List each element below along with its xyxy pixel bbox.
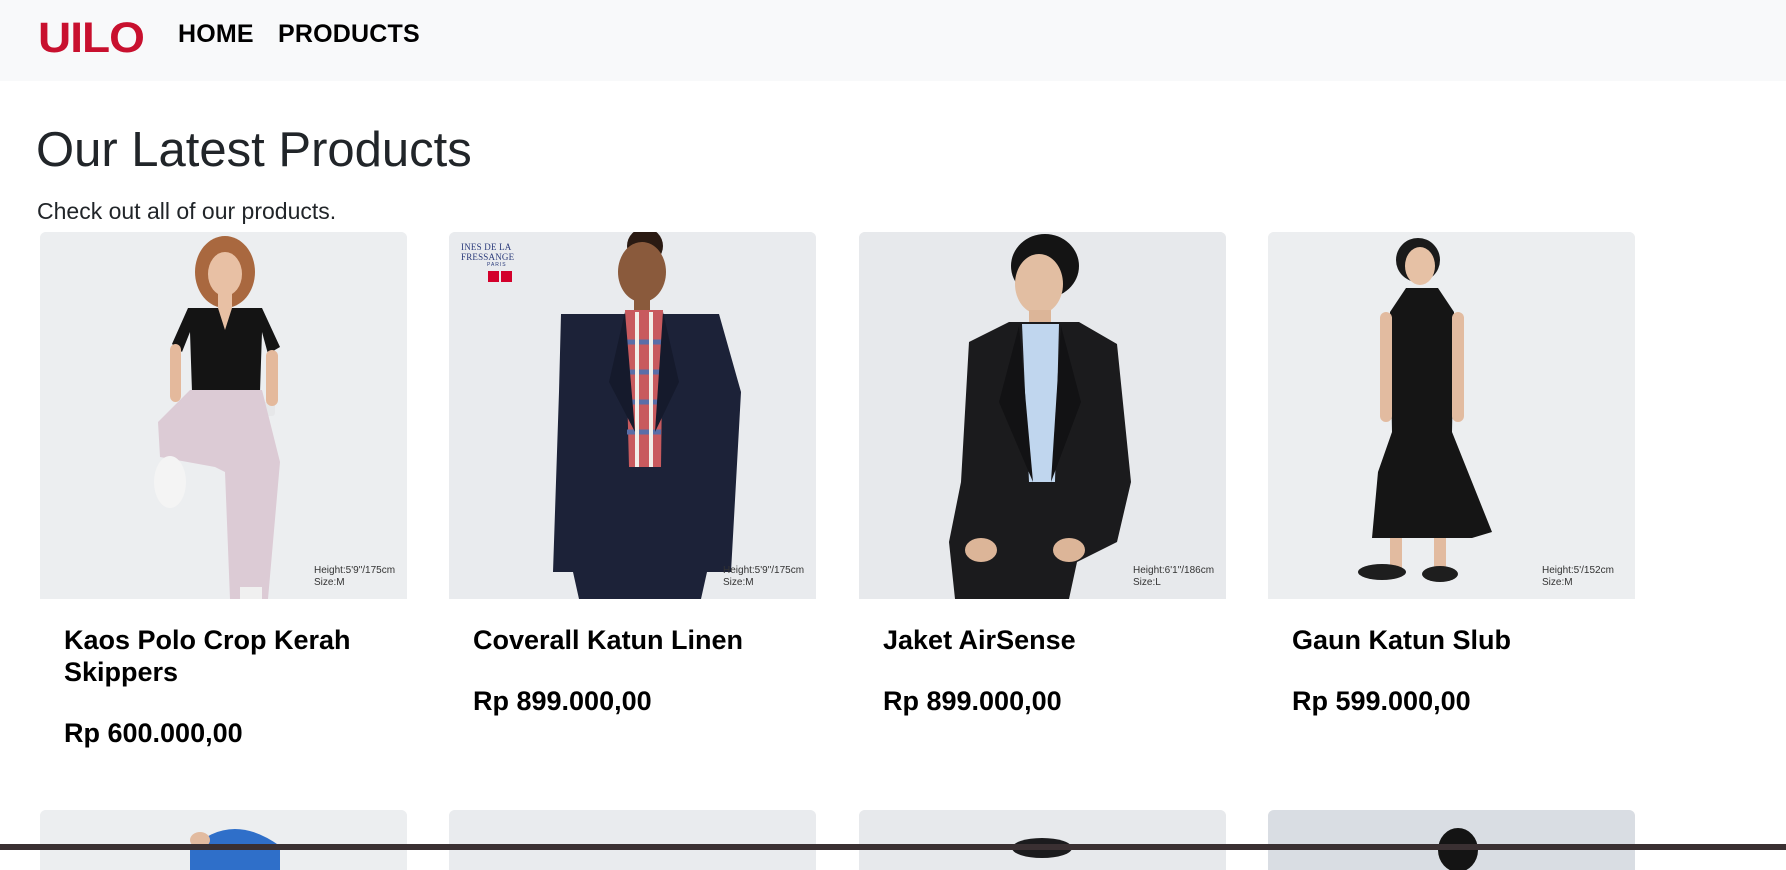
product-photo — [40, 232, 407, 599]
model-spec: Height:5'9"/175cm Size:M — [314, 565, 396, 588]
product-name: Kaos Polo Crop Kerah Skippers — [64, 625, 351, 687]
product-image[interactable] — [449, 810, 816, 870]
product-price: Rp 899.000,00 — [473, 686, 652, 716]
nav-link-products[interactable]: PRODUCTS — [278, 20, 420, 49]
page-subtitle: Check out all of our products. — [37, 198, 337, 224]
product-card[interactable]: Height:5'9"/175cm Size:M Kaos Polo Crop … — [40, 232, 407, 748]
product-price: Rp 600.000,00 — [64, 718, 243, 748]
product-photo — [449, 810, 816, 870]
model-spec: Height:5'9"/175cm Size:M — [723, 565, 805, 588]
uniqlo-logo-icon — [488, 271, 499, 282]
product-card[interactable] — [1268, 810, 1635, 870]
product-photo — [40, 810, 407, 870]
product-card[interactable] — [449, 810, 816, 870]
product-name: Jaket AirSense — [883, 625, 1076, 655]
product-image[interactable]: Height:6'1"/186cm Size:L — [859, 232, 1226, 599]
product-name: Gaun Katun Slub — [1292, 625, 1511, 655]
brand-logo[interactable]: UILO — [38, 12, 145, 62]
product-photo — [1268, 810, 1635, 870]
product-card[interactable] — [40, 810, 407, 870]
product-image[interactable] — [1268, 810, 1635, 870]
uniqlo-logo-icon — [501, 271, 512, 282]
product-card[interactable]: Height:6'1"/186cm Size:L Jaket AirSense … — [859, 232, 1226, 716]
model-spec: Height:6'1"/186cm Size:L — [1133, 565, 1215, 588]
product-card[interactable]: INES DE LA FRESSANGE PARIS Height:5'9"/1… — [449, 232, 816, 716]
product-photo — [859, 232, 1226, 599]
product-price: Rp 599.000,00 — [1292, 686, 1471, 716]
window-bottom-edge — [0, 844, 1786, 850]
brand-badge: INES DE LA FRESSANGE PARIS — [461, 242, 551, 282]
product-photo — [449, 232, 816, 599]
product-image[interactable]: Height:5'/152cm Size:M — [1268, 232, 1635, 599]
nav-link-home[interactable]: HOME — [178, 20, 254, 49]
product-image[interactable]: Height:5'9"/175cm Size:M — [40, 232, 407, 599]
product-photo — [1268, 232, 1635, 599]
product-card[interactable]: Height:5'/152cm Size:M Gaun Katun Slub R… — [1268, 232, 1635, 716]
product-image[interactable]: INES DE LA FRESSANGE PARIS Height:5'9"/1… — [449, 232, 816, 599]
model-spec: Height:5'/152cm Size:M — [1542, 565, 1614, 588]
product-price: Rp 899.000,00 — [883, 686, 1062, 716]
product-photo — [859, 810, 1226, 870]
product-image[interactable] — [859, 810, 1226, 870]
product-image[interactable] — [40, 810, 407, 870]
product-card[interactable] — [859, 810, 1226, 870]
product-name: Coverall Katun Linen — [473, 625, 744, 655]
page-title: Our Latest Products — [36, 123, 472, 177]
navbar: UILO HOME PRODUCTS — [0, 0, 1786, 81]
